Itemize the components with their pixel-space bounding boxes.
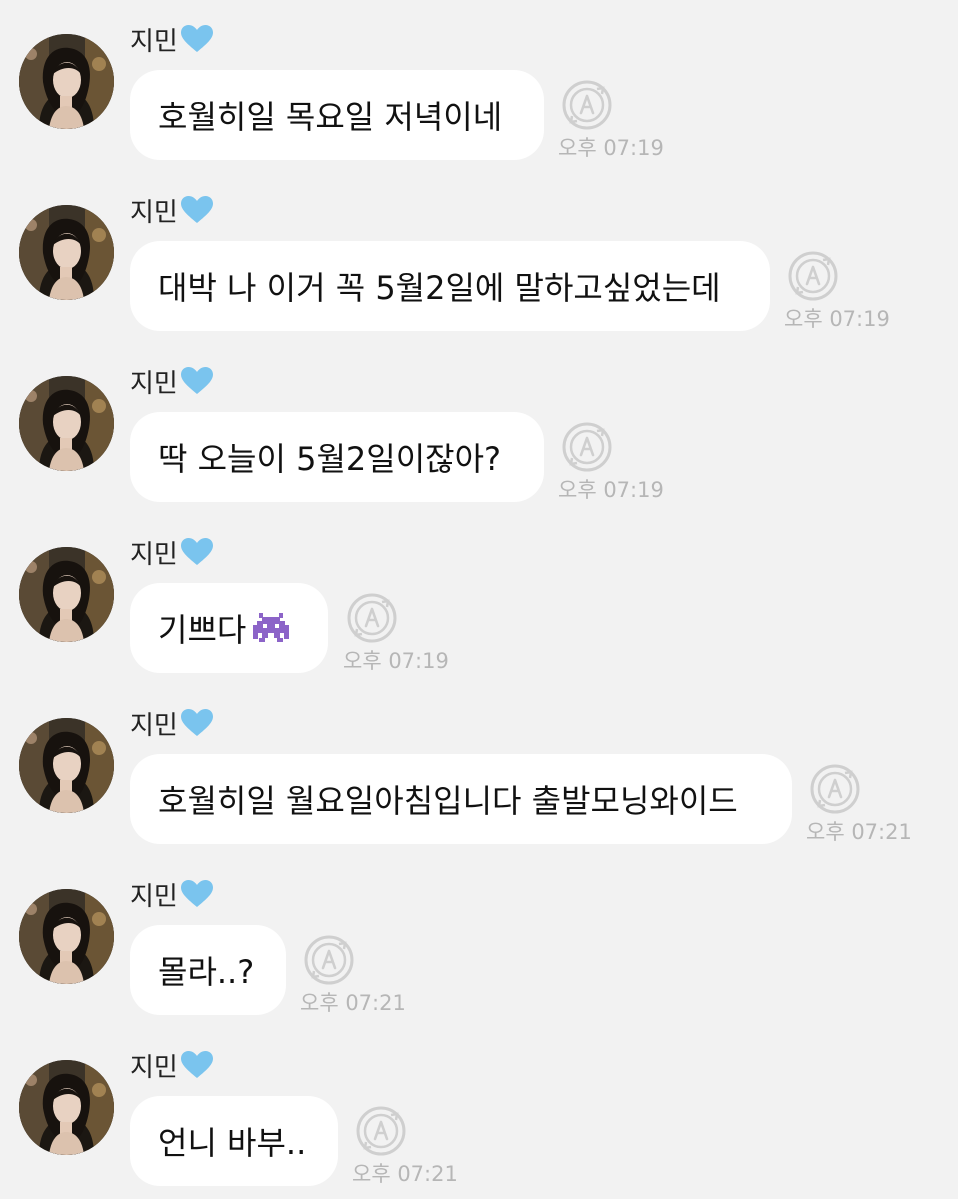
- translate-a-icon[interactable]: [562, 422, 612, 472]
- sender-name-text: 지민: [130, 26, 178, 57]
- sender-name-text: 지민: [130, 881, 178, 912]
- message-text: 대박 나 이거 꼭 5월2일에 말하고싶었는데: [158, 269, 721, 307]
- avatar[interactable]: [19, 1060, 114, 1155]
- translate-a-icon[interactable]: [788, 251, 838, 301]
- sender-name: 지민: [130, 533, 214, 571]
- chat-thread[interactable]: 지민 호월히일 목요일 저녁이네 오후 07:19 지민 대박 나 이거 꼭 5…: [0, 0, 958, 1199]
- message-time: 오후 07:21: [806, 820, 912, 844]
- light-blue-heart-icon: [180, 537, 214, 567]
- message-row: 지민 호월히일 목요일 저녁이네 오후 07:19: [0, 0, 958, 171]
- light-blue-heart-icon: [180, 366, 214, 396]
- message-time: 오후 07:21: [300, 991, 406, 1015]
- message-time: 오후 07:19: [558, 478, 664, 502]
- sender-name: 지민: [130, 704, 214, 742]
- avatar[interactable]: [19, 376, 114, 471]
- avatar[interactable]: [19, 547, 114, 642]
- message-meta: 오후 07:21: [300, 935, 440, 1015]
- message-time: 오후 07:19: [784, 307, 890, 331]
- message-meta: 오후 07:19: [558, 80, 698, 160]
- message-bubble[interactable]: 딱 오늘이 5월2일이잖아?: [130, 412, 544, 502]
- translate-a-icon[interactable]: [562, 80, 612, 130]
- message-text: 호월히일 목요일 저녁이네: [158, 98, 503, 136]
- message-row: 지민 딱 오늘이 5월2일이잖아? 오후 07:19: [0, 342, 958, 513]
- light-blue-heart-icon: [180, 708, 214, 738]
- light-blue-heart-icon: [180, 1050, 214, 1080]
- sender-name-text: 지민: [130, 539, 178, 570]
- sender-name: 지민: [130, 20, 214, 58]
- sender-name: 지민: [130, 362, 214, 400]
- message-time: 오후 07:21: [352, 1162, 458, 1186]
- message-row: 지민 대박 나 이거 꼭 5월2일에 말하고싶었는데 오후 07:19: [0, 171, 958, 342]
- translate-a-icon[interactable]: [810, 764, 860, 814]
- message-bubble[interactable]: 호월히일 목요일 저녁이네: [130, 70, 544, 160]
- message-text: 기쁘다: [158, 611, 247, 649]
- message-row: 지민 몰라..? 오후 07:21: [0, 855, 958, 1026]
- message-bubble[interactable]: 언니 바부..: [130, 1096, 338, 1186]
- message-text: 언니 바부..: [158, 1124, 307, 1162]
- light-blue-heart-icon: [180, 879, 214, 909]
- sender-name-text: 지민: [130, 710, 178, 741]
- avatar[interactable]: [19, 718, 114, 813]
- message-row: 지민 언니 바부.. 오후 07:21: [0, 1026, 958, 1197]
- message-text: 딱 오늘이 5월2일이잖아?: [158, 440, 502, 478]
- message-text: 몰라..?: [158, 953, 255, 991]
- sender-name: 지민: [130, 1046, 214, 1084]
- message-row: 지민 기쁘다 오후 07:19: [0, 513, 958, 684]
- message-time: 오후 07:19: [558, 136, 664, 160]
- avatar[interactable]: [19, 205, 114, 300]
- avatar[interactable]: [19, 889, 114, 984]
- avatar[interactable]: [19, 34, 114, 129]
- message-meta: 오후 07:19: [784, 251, 924, 331]
- sender-name: 지민: [130, 191, 214, 229]
- light-blue-heart-icon: [180, 195, 214, 225]
- translate-a-icon[interactable]: [304, 935, 354, 985]
- light-blue-heart-icon: [180, 24, 214, 54]
- message-bubble[interactable]: 대박 나 이거 꼭 5월2일에 말하고싶었는데: [130, 241, 770, 331]
- message-bubble[interactable]: 몰라..?: [130, 925, 286, 1015]
- message-bubble[interactable]: 기쁘다: [130, 583, 328, 673]
- message-bubble[interactable]: 호월히일 월요일아침입니다 출발모닝와이드: [130, 754, 792, 844]
- sender-name-text: 지민: [130, 1052, 178, 1083]
- sender-name-text: 지민: [130, 197, 178, 228]
- translate-a-icon[interactable]: [347, 593, 397, 643]
- message-meta: 오후 07:19: [558, 422, 698, 502]
- sender-name-text: 지민: [130, 368, 178, 399]
- message-meta: 오후 07:21: [352, 1106, 492, 1186]
- sender-name: 지민: [130, 875, 214, 913]
- translate-a-icon[interactable]: [356, 1106, 406, 1156]
- message-row: 지민 호월히일 월요일아침입니다 출발모닝와이드 오후 07:21: [0, 684, 958, 855]
- alien-monster-emoji: [250, 610, 292, 646]
- message-text: 호월히일 월요일아침입니다 출발모닝와이드: [158, 782, 738, 820]
- message-meta: 오후 07:19: [343, 593, 483, 673]
- message-time: 오후 07:19: [343, 649, 449, 673]
- message-meta: 오후 07:21: [806, 764, 946, 844]
